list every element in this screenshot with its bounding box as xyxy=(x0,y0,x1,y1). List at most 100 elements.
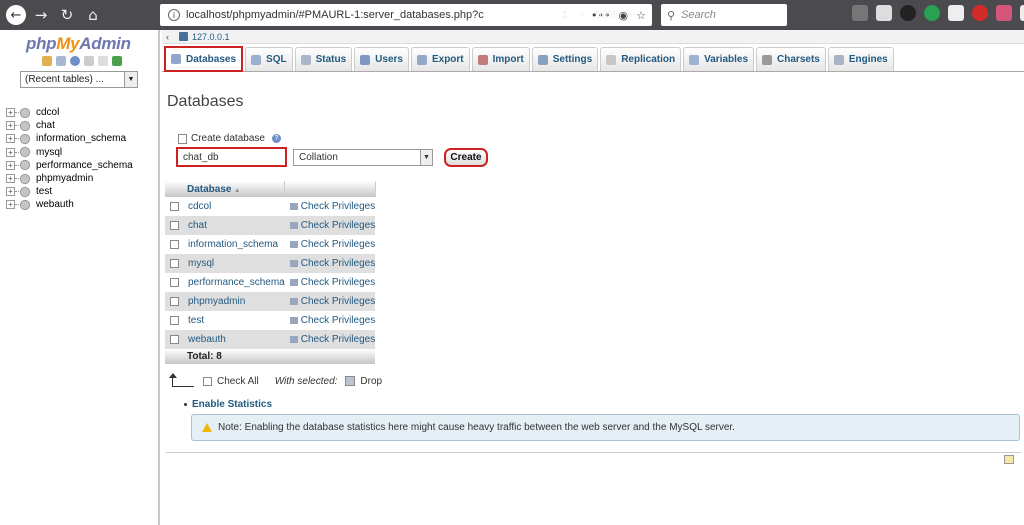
database-link[interactable]: cdcol xyxy=(188,201,211,212)
users-icon xyxy=(360,54,371,65)
server-name[interactable]: 127.0.0.1 xyxy=(192,32,230,42)
database-name-input[interactable] xyxy=(176,147,287,167)
help-icon[interactable]: ? xyxy=(271,134,281,143)
row-checkbox[interactable] xyxy=(170,258,179,268)
extension-icons xyxy=(852,5,1024,21)
row-checkbox[interactable] xyxy=(170,220,179,230)
check-privileges-link[interactable]: Check Privileges xyxy=(301,277,375,288)
library-icon[interactable] xyxy=(852,5,868,21)
check-privileges-link[interactable]: Check Privileges xyxy=(301,220,375,231)
browser-search[interactable]: ⚲ Search xyxy=(661,4,787,26)
expand-icon[interactable]: + xyxy=(6,147,15,157)
tab-status[interactable]: Status xyxy=(294,47,353,71)
database-column-header[interactable]: Database ▲ xyxy=(165,181,286,197)
tab-export[interactable]: Export xyxy=(410,47,470,71)
extension-icon[interactable] xyxy=(948,5,964,21)
table-row: chat Check Privileges xyxy=(165,216,376,235)
check-privileges-link[interactable]: Check Privileges xyxy=(301,201,375,212)
tab-users[interactable]: Users xyxy=(354,47,409,71)
forward-icon[interactable]: → xyxy=(30,4,52,26)
collation-select[interactable]: Collation ▼ xyxy=(293,149,433,166)
check-privileges-link[interactable]: Check Privileges xyxy=(301,258,375,269)
tree-item-performance-schema[interactable]: + performance_schema xyxy=(6,159,133,172)
back-icon[interactable]: ← xyxy=(6,5,26,25)
tree-item-cdcol[interactable]: + cdcol xyxy=(6,106,133,119)
privileges-icon xyxy=(289,259,298,267)
download-icon[interactable]: ↧ xyxy=(560,9,569,22)
tab-databases[interactable]: Databases xyxy=(164,46,244,72)
create-button[interactable]: Create xyxy=(444,148,488,167)
expand-icon[interactable]: + xyxy=(6,187,15,197)
zoom-out-icon[interactable]: − xyxy=(579,9,585,21)
menu-icon[interactable] xyxy=(1020,5,1024,21)
logout-icon[interactable] xyxy=(56,56,66,66)
home-icon[interactable]: ⌂ xyxy=(82,4,104,26)
database-link[interactable]: test xyxy=(188,315,204,326)
reload-icon[interactable]: ↻ xyxy=(56,4,78,26)
check-all-checkbox[interactable] xyxy=(203,376,212,386)
expand-icon[interactable]: + xyxy=(6,160,15,170)
tree-item-chat[interactable]: + chat xyxy=(6,119,133,132)
bookmark-star-icon[interactable]: ☆ xyxy=(636,9,646,22)
enable-statistics-link[interactable]: Enable Statistics xyxy=(184,399,272,410)
database-link[interactable]: information_schema xyxy=(188,239,278,250)
tab-settings[interactable]: Settings xyxy=(531,47,599,71)
database-icon xyxy=(20,160,30,171)
tree-item-test[interactable]: + test xyxy=(6,185,133,198)
page-title: Databases xyxy=(167,93,244,110)
collapse-icon[interactable]: ‹ xyxy=(166,32,169,42)
tab-charsets[interactable]: Charsets xyxy=(756,47,826,71)
tree-item-information-schema[interactable]: + information_schema xyxy=(6,132,133,145)
row-checkbox[interactable] xyxy=(170,334,179,344)
tab-replication[interactable]: Replication xyxy=(600,47,682,71)
drop-icon[interactable] xyxy=(345,376,356,386)
home-icon[interactable] xyxy=(42,56,52,66)
database-link[interactable]: mysql xyxy=(188,258,214,269)
database-link[interactable]: chat xyxy=(188,220,207,231)
expand-icon[interactable]: + xyxy=(6,174,15,184)
row-checkbox[interactable] xyxy=(170,315,179,325)
docs-icon[interactable] xyxy=(84,56,94,66)
tab-engines[interactable]: Engines xyxy=(827,47,894,71)
help-icon[interactable] xyxy=(70,56,80,66)
reload-icon[interactable] xyxy=(112,56,122,66)
recent-tables-select[interactable]: (Recent tables) ... ▼ xyxy=(20,71,138,88)
check-privileges-link[interactable]: Check Privileges xyxy=(301,334,375,345)
row-checkbox[interactable] xyxy=(170,277,179,287)
console-icon[interactable] xyxy=(1004,455,1014,464)
tab-import[interactable]: Import xyxy=(471,47,530,71)
drop-button[interactable]: Drop xyxy=(360,376,382,387)
tab-variables[interactable]: Variables xyxy=(683,47,755,71)
tree-item-webauth[interactable]: + webauth xyxy=(6,198,133,211)
sidebar-icon[interactable] xyxy=(876,5,892,21)
extension-icon[interactable] xyxy=(996,5,1012,21)
tab-sql[interactable]: SQL xyxy=(245,47,293,71)
row-checkbox[interactable] xyxy=(170,201,179,211)
expand-icon[interactable]: + xyxy=(6,134,15,144)
settings-icon[interactable] xyxy=(98,56,108,66)
url-text[interactable]: localhost/phpmyadmin/#PMAURL-1:server_da… xyxy=(186,9,591,21)
database-icon xyxy=(171,54,181,64)
check-privileges-link[interactable]: Check Privileges xyxy=(301,315,375,326)
zoom-in-icon[interactable]: + xyxy=(628,9,634,21)
info-icon[interactable]: i xyxy=(168,9,180,21)
expand-icon[interactable]: + xyxy=(6,121,15,131)
tree-item-mysql[interactable]: + mysql xyxy=(6,146,133,159)
database-link[interactable]: phpmyadmin xyxy=(188,296,245,307)
database-link[interactable]: performance_schema xyxy=(188,277,285,288)
check-privileges-link[interactable]: Check Privileges xyxy=(301,296,375,307)
row-checkbox[interactable] xyxy=(170,296,179,306)
expand-icon[interactable]: + xyxy=(6,200,15,210)
check-privileges-link[interactable]: Check Privileges xyxy=(301,239,375,250)
privileges-icon xyxy=(289,335,298,343)
phpmyadmin-logo[interactable]: phpMyAdmin xyxy=(26,34,131,54)
grammarly-icon[interactable] xyxy=(924,5,940,21)
check-all-label[interactable]: Check All xyxy=(217,376,259,387)
zoom-level[interactable]: 90% xyxy=(596,9,618,21)
extension-icon[interactable] xyxy=(900,5,916,21)
expand-icon[interactable]: + xyxy=(6,108,15,118)
database-link[interactable]: webauth xyxy=(188,334,226,345)
row-checkbox[interactable] xyxy=(170,239,179,249)
tree-item-phpmyadmin[interactable]: + phpmyadmin xyxy=(6,172,133,185)
adblock-icon[interactable] xyxy=(972,5,988,21)
